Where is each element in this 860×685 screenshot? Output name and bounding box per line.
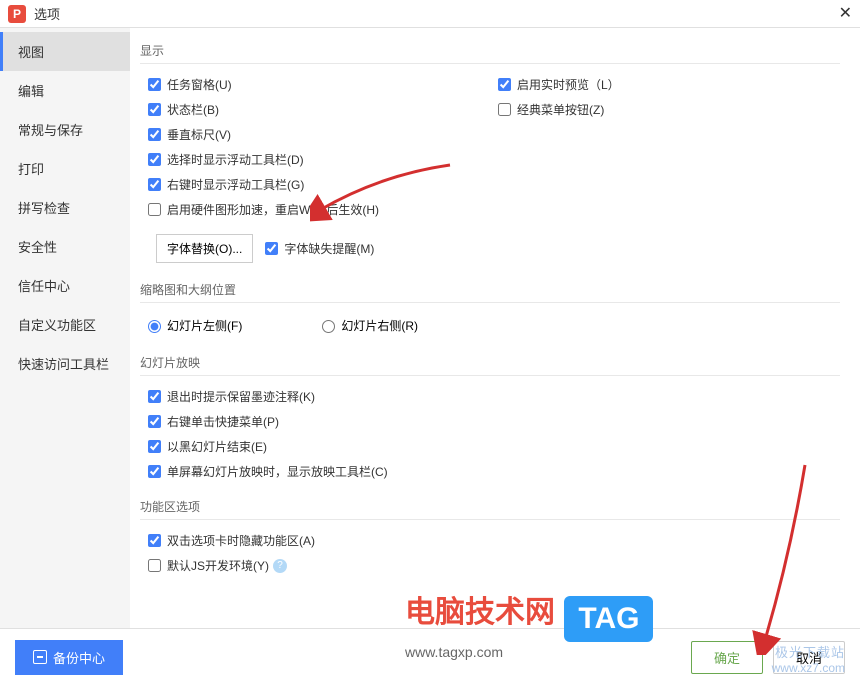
content-panel: 显示 任务窗格(U) 启用实时预览（L） 状态栏(B) 经典菜单按钮(Z) 垂直… — [130, 28, 860, 628]
label-slide-right: 幻灯片右侧(R) — [341, 319, 418, 333]
backup-center-button[interactable]: 备份中心 — [15, 640, 123, 675]
sidebar-item-general-save[interactable]: 常规与保存 — [0, 110, 130, 149]
radio-slide-left[interactable] — [148, 320, 161, 333]
checkbox-hardware-accel[interactable] — [148, 203, 161, 216]
checkbox-classic-menu[interactable] — [498, 103, 511, 116]
label-right-menu: 右键单击快捷菜单(P) — [167, 413, 279, 430]
section-ribbon: 功能区选项 双击选项卡时隐藏功能区(A) 默认JS开发环境(Y)? — [140, 494, 840, 578]
label-status-bar: 状态栏(B) — [167, 101, 219, 118]
checkbox-select-toolbar[interactable] — [148, 153, 161, 166]
section-title-display: 显示 — [140, 38, 840, 64]
window-title: 选项 — [34, 4, 60, 23]
sidebar: 视图 编辑 常规与保存 打印 拼写检查 安全性 信任中心 自定义功能区 快速访问… — [0, 28, 130, 628]
label-hardware-accel: 启用硬件图形加速，重启WPS后生效(H) — [167, 201, 379, 218]
sidebar-item-view[interactable]: 视图 — [0, 32, 130, 71]
checkbox-font-missing[interactable] — [265, 242, 278, 255]
label-single-screen: 单屏幕幻灯片放映时，显示放映工具栏(C) — [167, 463, 388, 480]
checkbox-task-pane[interactable] — [148, 78, 161, 91]
checkbox-keep-ink[interactable] — [148, 390, 161, 403]
label-select-toolbar: 选择时显示浮动工具栏(D) — [167, 151, 304, 168]
label-black-end: 以黑幻灯片结束(E) — [167, 438, 267, 455]
confirm-button[interactable]: 确定 — [691, 641, 763, 674]
section-title-slideshow: 幻灯片放映 — [140, 350, 840, 376]
sidebar-item-security[interactable]: 安全性 — [0, 227, 130, 266]
checkbox-ruler[interactable] — [148, 128, 161, 141]
app-icon: P — [8, 5, 26, 23]
section-title-thumbnail: 缩略图和大纲位置 — [140, 277, 840, 303]
checkbox-single-screen[interactable] — [148, 465, 161, 478]
sidebar-item-edit[interactable]: 编辑 — [0, 71, 130, 110]
label-realtime-preview: 启用实时预览（L） — [517, 76, 620, 93]
label-slide-left: 幻灯片左侧(F) — [167, 319, 242, 333]
label-keep-ink: 退出时提示保留墨迹注释(K) — [167, 388, 315, 405]
radio-slide-right[interactable] — [322, 320, 335, 333]
checkbox-status-bar[interactable] — [148, 103, 161, 116]
checkbox-right-menu[interactable] — [148, 415, 161, 428]
sidebar-item-trust-center[interactable]: 信任中心 — [0, 266, 130, 305]
checkbox-rightclick-toolbar[interactable] — [148, 178, 161, 191]
section-thumbnail: 缩略图和大纲位置 幻灯片左侧(F) 幻灯片右侧(R) — [140, 277, 840, 340]
footer: 备份中心 确定 取消 — [0, 628, 860, 685]
label-js-env: 默认JS开发环境(Y) — [167, 557, 269, 574]
section-display: 显示 任务窗格(U) 启用实时预览（L） 状态栏(B) 经典菜单按钮(Z) 垂直… — [140, 38, 840, 267]
label-ruler: 垂直标尺(V) — [167, 126, 231, 143]
section-title-ribbon: 功能区选项 — [140, 494, 840, 520]
label-task-pane: 任务窗格(U) — [167, 76, 232, 93]
close-icon[interactable]: ✕ — [839, 6, 852, 22]
sidebar-item-print[interactable]: 打印 — [0, 149, 130, 188]
label-font-missing: 字体缺失提醒(M) — [284, 240, 374, 257]
checkbox-dbl-click-hide[interactable] — [148, 534, 161, 547]
checkbox-js-env[interactable] — [148, 559, 161, 572]
main-area: 视图 编辑 常规与保存 打印 拼写检查 安全性 信任中心 自定义功能区 快速访问… — [0, 28, 860, 628]
font-substitute-button[interactable]: 字体替换(O)... — [156, 234, 253, 263]
sidebar-item-customize-ribbon[interactable]: 自定义功能区 — [0, 305, 130, 344]
cancel-button[interactable]: 取消 — [773, 641, 845, 674]
backup-icon — [33, 650, 47, 664]
title-bar: P 选项 ✕ — [0, 0, 860, 28]
label-classic-menu: 经典菜单按钮(Z) — [517, 101, 604, 118]
sidebar-item-quick-access[interactable]: 快速访问工具栏 — [0, 344, 130, 383]
sidebar-item-spellcheck[interactable]: 拼写检查 — [0, 188, 130, 227]
checkbox-realtime-preview[interactable] — [498, 78, 511, 91]
label-dbl-click-hide: 双击选项卡时隐藏功能区(A) — [167, 532, 315, 549]
label-rightclick-toolbar: 右键时显示浮动工具栏(G) — [167, 176, 304, 193]
section-slideshow: 幻灯片放映 退出时提示保留墨迹注释(K) 右键单击快捷菜单(P) 以黑幻灯片结束… — [140, 350, 840, 484]
checkbox-black-end[interactable] — [148, 440, 161, 453]
help-icon[interactable]: ? — [273, 559, 287, 573]
backup-label: 备份中心 — [53, 648, 105, 667]
